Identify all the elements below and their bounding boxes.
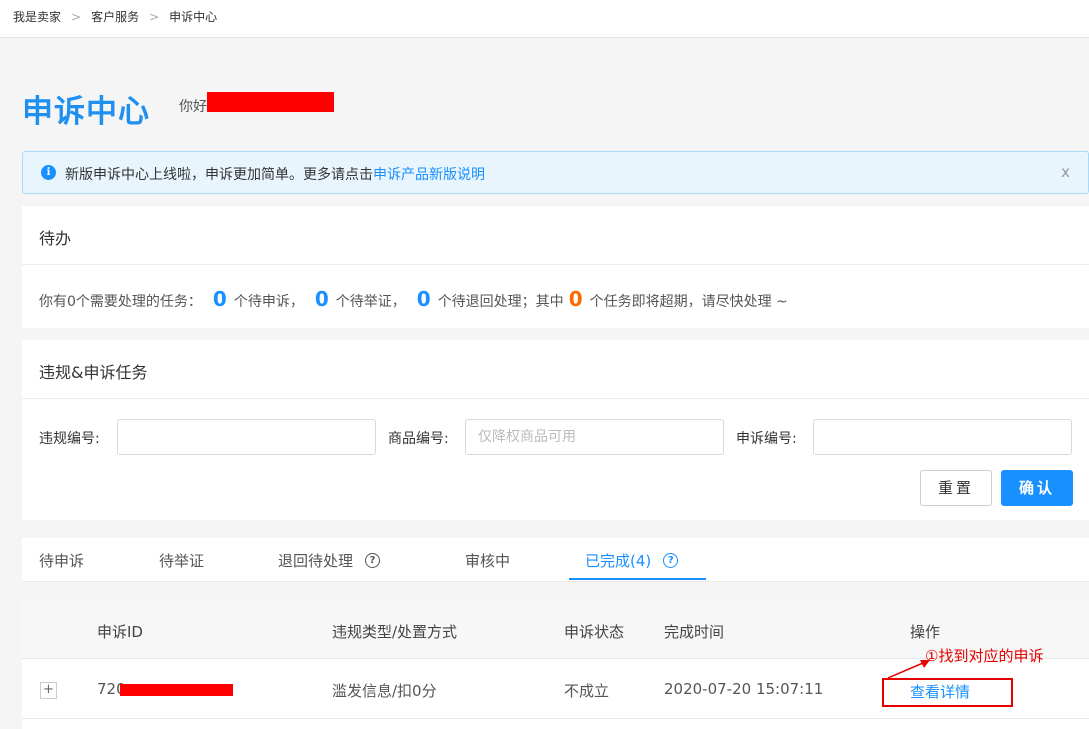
pending-appeal-count[interactable]: 0: [213, 287, 227, 311]
tab-completed[interactable]: 已完成(4)?: [585, 550, 679, 571]
divider: [22, 398, 1089, 399]
redacted-username: [207, 92, 334, 112]
expand-row-button[interactable]: +: [40, 682, 57, 699]
tab-label: 审核中: [465, 552, 511, 570]
violation-type-cell: 滥发信息/扣0分: [332, 682, 437, 700]
confirm-button[interactable]: 确认: [1001, 470, 1073, 506]
tab-pending-evidence[interactable]: 待举证: [159, 550, 204, 571]
tabs-baseline: [22, 581, 1089, 582]
todo-title: 待办: [39, 229, 72, 248]
overdue-count[interactable]: 0: [569, 287, 583, 311]
info-icon: i: [41, 165, 56, 180]
violations-card: 违规&申诉任务 违规编号: 商品编号: 申诉编号: 重置 确认: [22, 340, 1089, 520]
tab-pending-appeal[interactable]: 待申诉: [39, 550, 84, 571]
breadcrumb-separator: >: [71, 9, 82, 24]
column-header-violation-type: 违规类型/处置方式: [332, 623, 458, 641]
todo-summary: 你有0个需要处理的任务： 0 个待申诉， 0 个待举证， 0 个待退回处理；其中…: [39, 287, 788, 311]
column-header-appeal-id: 申诉ID: [97, 623, 143, 641]
greeting-text: 你好: [179, 99, 207, 115]
top-bar: 我是卖家 > 客户服务 > 申诉中心: [0, 0, 1089, 38]
pending-evidence-count[interactable]: 0: [315, 287, 329, 311]
violations-title: 违规&申诉任务: [39, 363, 148, 382]
question-icon[interactable]: ?: [663, 553, 679, 568]
appeal-no-input[interactable]: [813, 419, 1072, 455]
notice-link[interactable]: 申诉产品新版说明: [373, 167, 485, 183]
tab-returned[interactable]: 退回待处理?: [278, 550, 381, 571]
tab-label: 待举证: [159, 552, 205, 570]
breadcrumb-item-seller[interactable]: 我是卖家: [13, 8, 61, 25]
pending-return-label: 个待退回处理；其中: [437, 294, 564, 310]
notice-message: 新版申诉中心上线啦，申诉更加简单。更多请点击申诉产品新版说明: [65, 164, 485, 184]
pending-return-count[interactable]: 0: [417, 287, 431, 311]
divider: [22, 264, 1089, 265]
redacted-appeal-id: [120, 684, 233, 696]
question-icon[interactable]: ?: [365, 553, 381, 568]
appeal-no-label: 申诉编号:: [736, 431, 797, 447]
column-header-action: 操作: [910, 623, 941, 641]
overdue-label: 个任务即将超期，请尽快处理 ~: [589, 294, 788, 310]
active-tab-indicator: [569, 578, 706, 580]
pending-appeal-label: 个待申诉，: [233, 294, 304, 310]
page-title: 申诉中心: [22, 94, 150, 130]
todo-card: 待办 你有0个需要处理的任务： 0 个待申诉， 0 个待举证， 0 个待退回处理…: [22, 206, 1089, 328]
tab-label: 已完成(4): [585, 552, 652, 570]
breadcrumb-item-appeal-center: 申诉中心: [169, 10, 218, 24]
violation-no-input[interactable]: [117, 419, 376, 455]
breadcrumb: 我是卖家 > 客户服务 > 申诉中心: [13, 8, 217, 25]
status-tabs: 待申诉 待举证 退回待处理? 审核中 已完成(4)?: [22, 538, 1089, 582]
todo-prefix: 你有0个需要处理的任务：: [39, 294, 202, 310]
status-cell: 不成立: [564, 682, 610, 700]
column-header-completed-time: 完成时间: [664, 623, 725, 641]
tab-label: 退回待处理: [278, 552, 354, 570]
product-no-input[interactable]: [465, 419, 724, 455]
tab-label: 待申诉: [39, 552, 85, 570]
breadcrumb-item-customer-service[interactable]: 客户服务: [91, 8, 139, 25]
pending-evidence-label: 个待举证，: [335, 294, 406, 310]
close-icon[interactable]: x: [1061, 163, 1070, 181]
tab-under-review[interactable]: 审核中: [465, 550, 510, 571]
annotation-text: ①找到对应的申诉: [925, 647, 1044, 665]
notice-text: 新版申诉中心上线啦，申诉更加简单。更多请点击: [65, 167, 373, 183]
notice-banner: i 新版申诉中心上线啦，申诉更加简单。更多请点击申诉产品新版说明 x: [22, 151, 1089, 194]
breadcrumb-separator: >: [149, 9, 160, 24]
view-details-link[interactable]: 查看详情: [910, 681, 970, 702]
violation-no-label: 违规编号:: [39, 431, 100, 447]
product-no-label: 商品编号:: [388, 431, 449, 447]
completed-time-cell: 2020-07-20 15:07:11: [664, 680, 824, 698]
column-header-status: 申诉状态: [564, 623, 625, 641]
reset-button[interactable]: 重置: [920, 470, 992, 506]
